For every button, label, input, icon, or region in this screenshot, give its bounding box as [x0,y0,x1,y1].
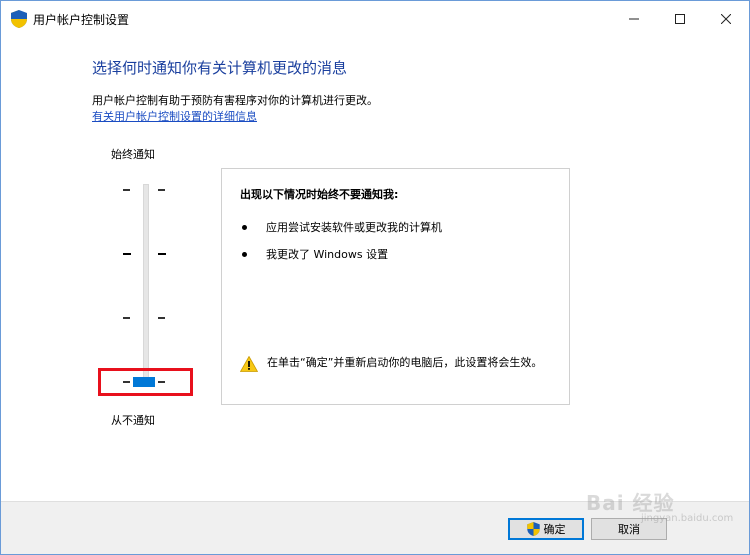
baidu-watermark: Bai 经验 [586,491,675,515]
bullet-text: 我更改了 Windows 设置 [266,248,389,261]
slider-bottom-label: 从不通知 [111,414,155,427]
slider-tick [158,253,166,255]
close-button[interactable] [703,1,749,37]
bullet-icon [242,251,247,257]
ok-button[interactable]: 确定 [508,518,584,540]
slider-tick [123,189,130,191]
slider-tick [158,189,165,191]
ok-button-label: 确定 [543,523,566,536]
uac-settings-window: 用户帐户控制设置 选择何时通知你有关计算机更改的消息 用户帐户控制有助于预防有害… [0,0,750,555]
minimize-icon [629,18,639,20]
notification-level-slider[interactable] [143,184,149,384]
uac-shield-icon [526,522,540,536]
list-item: 我更改了 Windows 设置 [242,246,388,262]
red-highlight-box [98,368,193,396]
uac-shield-icon [11,10,27,28]
slider-top-label: 始终通知 [111,148,155,161]
list-item: 应用尝试安装软件或更改我的计算机 [242,219,442,235]
slider-tick [158,317,165,319]
maximize-button[interactable] [657,1,703,37]
cancel-button-label: 取消 [618,523,640,536]
bullet-icon [242,224,247,230]
warning-icon [239,355,259,372]
page-heading: 选择何时通知你有关计算机更改的消息 [92,59,348,77]
minimize-button[interactable] [611,1,657,37]
bullet-text: 应用尝试安装软件或更改我的计算机 [266,221,442,234]
uac-details-link[interactable]: 有关用户帐户控制设置的详细信息 [92,108,257,124]
page-description: 用户帐户控制有助于预防有害程序对你的计算机进行更改。 [92,94,378,107]
maximize-icon [675,14,685,24]
window-title: 用户帐户控制设置 [33,13,130,27]
baidu-watermark-url: jingyan.baidu.com [641,513,734,524]
close-icon [721,14,731,24]
restart-warning: 在单击“确定”并重新启动你的电脑后，此设置将会生效。 [239,354,550,372]
title-bar: 用户帐户控制设置 [1,1,749,37]
panel-title: 出现以下情况时始终不要通知我: [240,188,399,201]
slider-tick [123,253,131,255]
warning-text: 在单击“确定”并重新启动你的电脑后，此设置将会生效。 [267,356,543,369]
level-description-panel: 出现以下情况时始终不要通知我: 应用尝试安装软件或更改我的计算机 我更改了 Wi… [221,168,570,405]
slider-tick [123,317,130,319]
